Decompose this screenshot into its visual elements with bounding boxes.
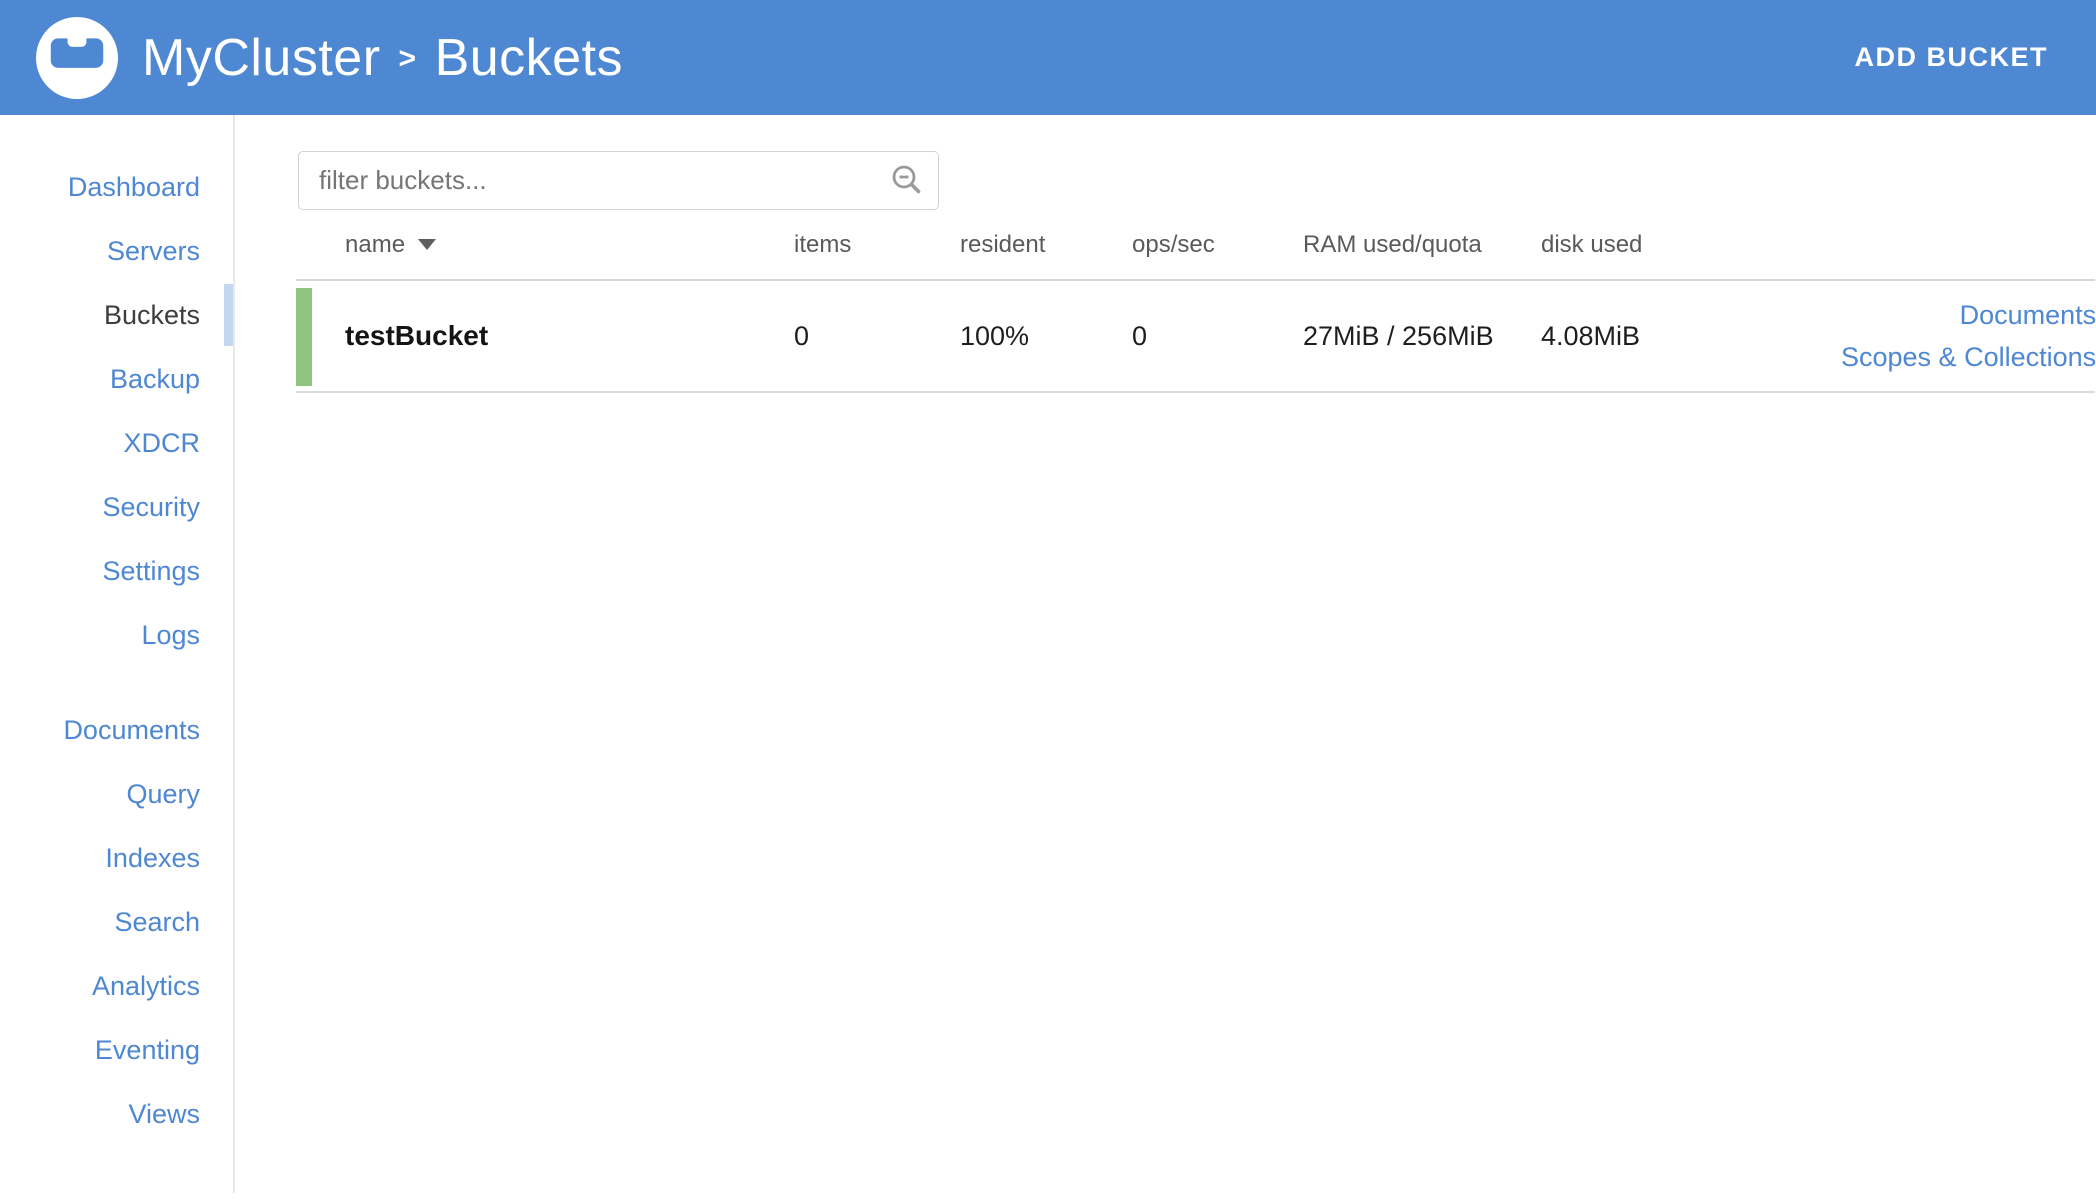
sidebar-item-xdcr[interactable]: XDCR	[0, 411, 233, 475]
sidebar-item-analytics[interactable]: Analytics	[0, 954, 233, 1018]
cluster-name: MyCluster	[142, 28, 381, 88]
bucket-disk-used: 4.08MiB	[1541, 321, 1841, 352]
bucket-row[interactable]: testBucket 0 100% 0 27MiB / 256MiB 4.08M…	[296, 281, 2095, 393]
sidebar-item-views[interactable]: Views	[0, 1082, 233, 1146]
sidebar-item-backup[interactable]: Backup	[0, 347, 233, 411]
sidebar-group-divider	[0, 667, 233, 698]
sidebar-item-eventing[interactable]: Eventing	[0, 1018, 233, 1082]
sidebar-item-documents[interactable]: Documents	[0, 698, 233, 762]
column-header-ops-sec: ops/sec	[1132, 231, 1303, 259]
breadcrumb: MyCluster > Buckets	[142, 28, 623, 88]
sidebar-item-logs[interactable]: Logs	[0, 603, 233, 667]
couchbase-logo	[36, 17, 118, 99]
sidebar-item-search[interactable]: Search	[0, 890, 233, 954]
documents-link[interactable]: Documents	[1841, 294, 2096, 336]
add-bucket-button[interactable]: ADD BUCKET	[1855, 32, 2049, 83]
sidebar-item-settings[interactable]: Settings	[0, 539, 233, 603]
column-header-name[interactable]: name	[296, 231, 794, 259]
column-header-resident: resident	[960, 231, 1132, 259]
breadcrumb-separator-icon: >	[399, 42, 417, 76]
bucket-ram-used-quota: 27MiB / 256MiB	[1303, 321, 1541, 352]
main-content: name items resident ops/sec RAM used/quo…	[235, 115, 2096, 1200]
sidebar: Dashboard Servers Buckets Backup XDCR Se…	[0, 115, 235, 1193]
page-title: Buckets	[435, 28, 623, 88]
app-header: MyCluster > Buckets ADD BUCKET	[0, 0, 2096, 115]
filter-buckets-input[interactable]	[298, 151, 939, 210]
column-header-disk-used: disk used	[1541, 231, 1841, 259]
sidebar-item-servers[interactable]: Servers	[0, 219, 233, 283]
column-header-items: items	[794, 231, 960, 259]
sidebar-item-dashboard[interactable]: Dashboard	[0, 155, 233, 219]
bucket-name: testBucket	[296, 320, 794, 352]
sidebar-item-query[interactable]: Query	[0, 762, 233, 826]
bucket-ops-per-sec: 0	[1132, 321, 1303, 352]
sidebar-item-indexes[interactable]: Indexes	[0, 826, 233, 890]
scopes-collections-link[interactable]: Scopes & Collections	[1841, 336, 2096, 378]
column-header-ram-used-quota: RAM used/quota	[1303, 231, 1541, 259]
sort-desc-icon	[418, 239, 436, 250]
bucket-resident-ratio: 100%	[960, 321, 1132, 352]
sidebar-item-security[interactable]: Security	[0, 475, 233, 539]
buckets-table-header: name items resident ops/sec RAM used/quo…	[296, 210, 2095, 281]
sidebar-item-buckets[interactable]: Buckets	[0, 283, 233, 347]
buckets-table: name items resident ops/sec RAM used/quo…	[296, 210, 2095, 393]
bucket-items-count: 0	[794, 321, 960, 352]
